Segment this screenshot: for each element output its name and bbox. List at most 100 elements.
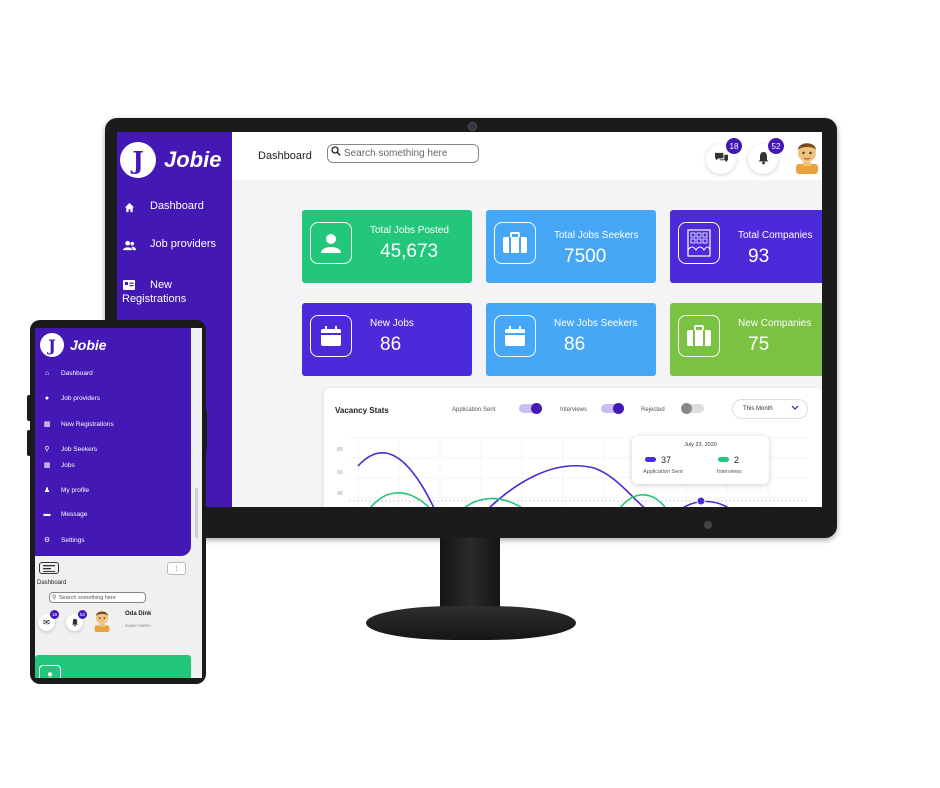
nav-label: Job Seekers	[61, 445, 98, 453]
calendar-icon	[494, 315, 536, 357]
users-icon: ●	[44, 395, 50, 402]
sidebar-item-new-registrations[interactable]: New Registrations	[122, 278, 186, 306]
chat-icon: ▬	[43, 511, 51, 518]
stat-card-new-jobs-seekers[interactable]: New Jobs Seekers 86	[486, 303, 656, 376]
notifications-badge: 52	[768, 138, 784, 154]
vacancy-stats-panel: Vacancy Stats Application Sent Interview…	[324, 388, 822, 507]
messages-badge: 18	[726, 138, 742, 154]
tooltip-application-value: 37	[661, 455, 672, 465]
desktop-screen: J Jobie Dashboard Job providers New Regi…	[117, 132, 822, 507]
chart-highlight-point	[696, 496, 706, 506]
brand-name: Jobie	[164, 147, 222, 172]
nav-label: My profile	[61, 486, 90, 494]
nav-label: New Registrations	[61, 420, 114, 428]
mobile-screen: J Jobie ⌂ Dashboard ● Job providers ▩ Ne…	[35, 328, 202, 678]
avatar[interactable]	[792, 138, 822, 174]
y-tick-label: 80	[337, 447, 343, 453]
stat-label: New Companies	[738, 318, 812, 329]
avatar[interactable]	[92, 608, 112, 632]
tooltip-interviews-value: 2	[734, 455, 740, 465]
briefcase-icon	[494, 222, 536, 264]
stat-value: 86	[564, 334, 586, 355]
stat-label: Total Jobs Seekers	[554, 230, 639, 241]
phone-side-button	[27, 430, 31, 456]
user-name: Oda Dink	[125, 611, 152, 617]
stat-label: Total Jobs Posted	[370, 225, 449, 236]
notifications-badge: 52	[78, 610, 87, 619]
hamburger-icon	[43, 564, 55, 572]
tooltip-date: July 23, 2020	[684, 442, 717, 448]
user-role: Super Admin	[125, 623, 151, 628]
sidebar-item-label: Job providers	[150, 238, 217, 250]
stat-card-new-jobs[interactable]: New Jobs 86	[302, 303, 472, 376]
chat-icon: ✉	[43, 618, 50, 627]
mobile-stat-card[interactable]	[35, 655, 191, 678]
stat-value: 86	[380, 334, 402, 355]
phone-power-button	[203, 410, 207, 450]
chat-icon	[714, 151, 729, 167]
user-icon	[310, 222, 352, 264]
messages-button[interactable]: 18	[706, 138, 742, 174]
gear-icon: ⚙	[43, 537, 51, 544]
logo-mark: J	[120, 142, 156, 178]
scrollbar[interactable]	[195, 488, 198, 538]
more-options-button[interactable]: ⋮	[167, 562, 186, 575]
search-placeholder: Search something here	[59, 595, 116, 601]
stat-value: 93	[748, 246, 770, 267]
stat-label: New Jobs	[370, 318, 414, 329]
stat-value: 75	[748, 334, 770, 355]
legend-swatch-interviews	[718, 457, 729, 462]
legend-swatch-application-sent	[645, 457, 656, 462]
calendar-icon	[310, 315, 352, 357]
y-tick-label: 40	[337, 491, 343, 497]
phone-side-button	[27, 395, 31, 421]
stat-card-total-jobs-posted[interactable]: Total Jobs Posted 45,673	[302, 210, 472, 283]
messages-button[interactable]: ✉ 18	[38, 610, 59, 631]
menu-toggle-button[interactable]	[39, 562, 59, 574]
mobile-nav-settings[interactable]: ⚙ Settings	[43, 536, 85, 545]
nav-label: Settings	[61, 536, 85, 544]
notifications-button[interactable]: 52	[748, 138, 784, 174]
stat-label: New Jobs Seekers	[554, 318, 638, 329]
nav-label: Dashboard	[61, 370, 93, 377]
mobile-nav-message[interactable]: ▬ Message	[43, 511, 88, 518]
stat-value: 45,673	[380, 241, 439, 262]
mobile-nav-job-providers[interactable]: ● Job providers	[43, 395, 100, 402]
id-card-icon	[122, 278, 136, 292]
brand-name: Jobie	[70, 337, 107, 353]
mobile-brand-logo[interactable]: J Jobie	[40, 333, 107, 357]
sidebar-item-dashboard[interactable]: Dashboard	[122, 200, 204, 214]
mobile-sidebar: J Jobie ⌂ Dashboard ● Job providers ▩ Ne…	[35, 328, 191, 556]
mobile-nav-jobs[interactable]: ▦ Jobs	[43, 461, 75, 470]
mobile-nav-dashboard[interactable]: ⌂ Dashboard	[43, 370, 93, 377]
messages-badge: 18	[50, 610, 59, 619]
users-icon	[122, 238, 136, 252]
tooltip-application-label: Application Sent	[643, 469, 683, 475]
brand-logo[interactable]: J Jobie	[120, 142, 221, 178]
search-input[interactable]: Search something here	[327, 144, 479, 163]
notifications-button[interactable]: 52	[66, 610, 87, 631]
search-input[interactable]: ⚲ Search something here	[49, 592, 146, 603]
home-icon: ⌂	[44, 370, 50, 377]
sidebar-item-job-providers[interactable]: Job providers	[122, 238, 216, 252]
stat-card-total-jobs-seekers[interactable]: Total Jobs Seekers 7500	[486, 210, 656, 283]
mobile-nav-job-seekers[interactable]: ⚲ Job Seekers	[43, 445, 98, 454]
y-tick-label: 60	[337, 470, 343, 476]
tooltip-interviews-label: Interviews	[717, 469, 742, 475]
page-title: Dashboard	[258, 150, 312, 162]
search-icon: ⚲	[44, 446, 50, 453]
nav-label: Message	[61, 511, 88, 518]
page-title: Dashboard	[37, 580, 67, 586]
desktop-header: Dashboard Search something here 18 52	[232, 132, 822, 180]
stat-card-total-companies[interactable]: Total Companies 93	[670, 210, 822, 283]
search-icon: ⚲	[52, 595, 57, 601]
stat-value: 7500	[564, 246, 607, 267]
mobile-nav-my-profile[interactable]: ♟ My profile	[43, 486, 90, 495]
building-icon	[678, 222, 720, 264]
person-icon: ♟	[43, 487, 51, 494]
power-indicator	[704, 521, 712, 529]
stat-label: Total Companies	[738, 230, 813, 241]
id-card-icon: ▩	[43, 421, 51, 428]
mobile-nav-new-registrations[interactable]: ▩ New Registrations	[43, 420, 114, 429]
stat-card-new-companies[interactable]: New Companies 75	[670, 303, 822, 376]
